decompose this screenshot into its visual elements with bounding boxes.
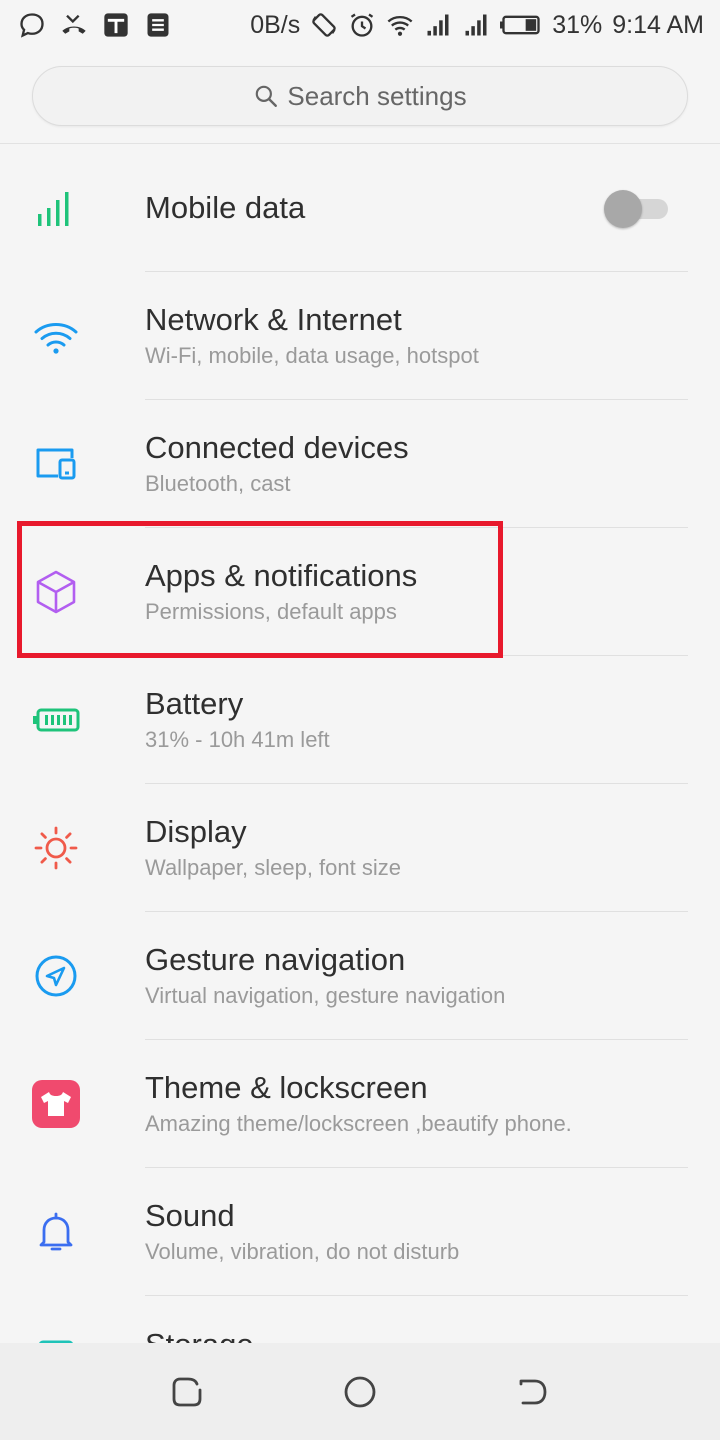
missed-call-icon	[60, 11, 88, 39]
settings-item-title: Battery	[145, 686, 244, 721]
back-button[interactable]	[510, 1369, 556, 1415]
settings-item-title: Network & Internet	[145, 302, 402, 337]
document-app-icon	[144, 11, 172, 39]
settings-item-subtitle: Wallpaper, sleep, font size	[145, 855, 401, 880]
navigation-arrow-icon	[32, 952, 80, 1000]
settings-item-title: Gesture navigation	[145, 942, 406, 977]
settings-item-gesture-navigation[interactable]: Gesture navigation Virtual navigation, g…	[0, 912, 720, 1040]
wifi-icon	[386, 11, 414, 39]
settings-item-apps-notifications[interactable]: Apps & notifications Permissions, defaul…	[0, 528, 720, 656]
mobile-data-toggle[interactable]	[604, 190, 668, 228]
settings-item-title: Display	[145, 814, 247, 849]
battery-icon	[500, 11, 542, 39]
settings-item-title: Sound	[145, 1198, 235, 1233]
settings-item-title: Apps & notifications	[145, 558, 418, 593]
settings-item-text: Network & Internet Wi-Fi, mobile, data u…	[145, 272, 688, 400]
settings-item-subtitle: 31% - 10h 41m left	[145, 727, 330, 752]
settings-item-network[interactable]: Network & Internet Wi-Fi, mobile, data u…	[0, 272, 720, 400]
status-bar: 0B/s 31% 9:14 AM	[0, 0, 720, 50]
rotation-lock-icon	[310, 11, 338, 39]
settings-item-connected-devices[interactable]: Connected devices Bluetooth, cast	[0, 400, 720, 528]
back-icon	[519, 1379, 547, 1404]
battery-icon	[32, 696, 80, 744]
search-bar[interactable]: Search settings	[32, 66, 688, 126]
settings-item-subtitle: Virtual navigation, gesture navigation	[145, 983, 506, 1008]
settings-item-theme-lockscreen[interactable]: Theme & lockscreen Amazing theme/lockscr…	[0, 1040, 720, 1168]
signal-bars-icon	[32, 184, 80, 232]
message-bubble-icon	[18, 11, 46, 39]
settings-item-title: Theme & lockscreen	[145, 1070, 428, 1105]
settings-item-subtitle: Permissions, default apps	[145, 599, 397, 624]
sun-icon	[32, 824, 80, 872]
settings-item-subtitle: Bluetooth, cast	[145, 471, 291, 496]
settings-item-mobile-data[interactable]: Mobile data	[0, 144, 720, 272]
search-input[interactable]: Search settings	[32, 66, 688, 126]
settings-item-text: Battery 31% - 10h 41m left	[145, 656, 688, 784]
news-app-icon	[102, 11, 130, 39]
bell-icon	[32, 1208, 80, 1256]
navigation-bar	[0, 1343, 720, 1440]
settings-item-subtitle: Wi-Fi, mobile, data usage, hotspot	[145, 343, 479, 368]
network-speed: 0B/s	[250, 10, 301, 39]
home-icon	[344, 1376, 376, 1407]
settings-item-text: Theme & lockscreen Amazing theme/lockscr…	[145, 1040, 688, 1168]
settings-item-sound[interactable]: Sound Volume, vibration, do not disturb	[0, 1168, 720, 1296]
battery-percent: 31%	[552, 10, 603, 39]
settings-item-subtitle: Amazing theme/lockscreen ,beautify phone…	[145, 1111, 572, 1136]
settings-item-battery[interactable]: Battery 31% - 10h 41m left	[0, 656, 720, 784]
settings-item-subtitle: Volume, vibration, do not disturb	[145, 1239, 460, 1264]
settings-list: Mobile data Network & Internet Wi-Fi, mo…	[0, 144, 720, 1424]
settings-item-text: Display Wallpaper, sleep, font size	[145, 784, 688, 912]
shirt-icon	[32, 1080, 80, 1128]
search-placeholder: Search settings	[287, 80, 467, 111]
signal-icon	[424, 11, 452, 39]
home-button[interactable]	[337, 1369, 383, 1415]
settings-item-text: Connected devices Bluetooth, cast	[145, 400, 688, 528]
settings-item-text: Apps & notifications Permissions, defaul…	[145, 528, 688, 656]
search-icon	[256, 85, 278, 107]
devices-icon	[32, 440, 80, 488]
status-bar-notifications	[18, 11, 172, 39]
signal-icon	[462, 11, 490, 39]
settings-item-text: Gesture navigation Virtual navigation, g…	[145, 912, 688, 1040]
recents-icon	[172, 1377, 202, 1406]
clock: 9:14 AM	[612, 10, 704, 39]
settings-item-title: Connected devices	[145, 430, 409, 465]
cube-icon	[32, 568, 80, 616]
toggle-knob	[604, 190, 642, 228]
settings-item-display[interactable]: Display Wallpaper, sleep, font size	[0, 784, 720, 912]
alarm-icon	[348, 11, 376, 39]
wifi-icon	[32, 312, 80, 360]
settings-item-text: Sound Volume, vibration, do not disturb	[145, 1168, 688, 1296]
status-bar-system: 0B/s 31% 9:14 AM	[250, 11, 704, 40]
recents-button[interactable]	[164, 1369, 210, 1415]
